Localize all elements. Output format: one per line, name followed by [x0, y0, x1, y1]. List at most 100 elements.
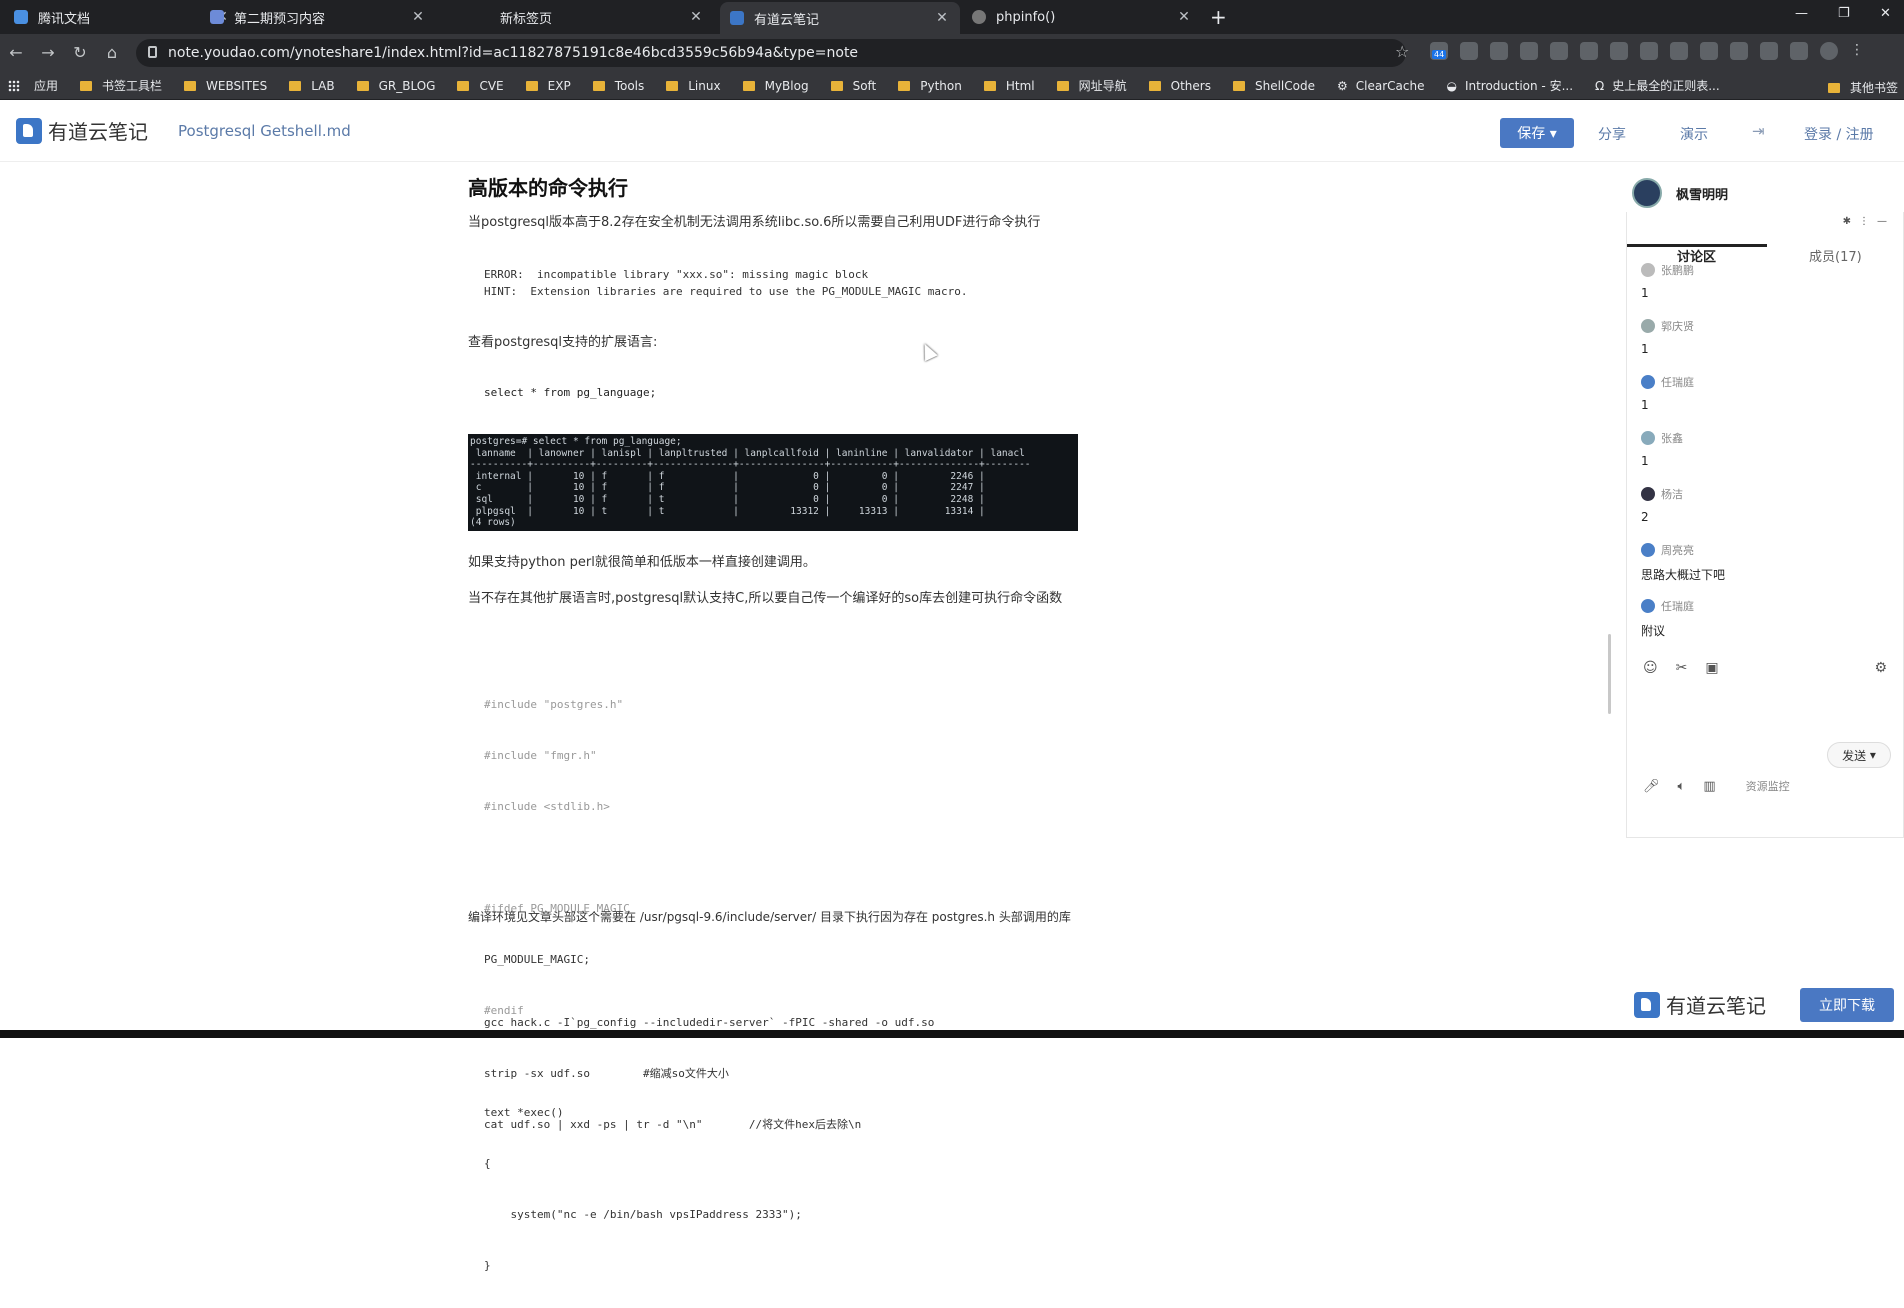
bookmark-link[interactable]: ◒ Introduction - 安...	[1446, 77, 1573, 94]
bookmark-apps[interactable]: 应用	[8, 77, 58, 94]
panel-user: 枫雪明明	[1632, 178, 1728, 208]
youdao-note-icon	[730, 11, 744, 25]
tencent-docs-icon	[14, 10, 28, 24]
youdao-logo[interactable]: 有道云笔记	[16, 116, 148, 145]
promo-logo[interactable]: 有道云笔记	[1634, 990, 1766, 1019]
folder-icon	[1148, 80, 1161, 91]
browser-tab-active[interactable]: 有道云笔记 ✕	[720, 2, 960, 34]
browser-tab[interactable]: 第二期预习内容 ✕	[200, 0, 436, 34]
send-button[interactable]: 发送 ▾	[1827, 742, 1891, 768]
message-text: 1	[1641, 454, 1649, 468]
promo-logo-text: 有道云笔记	[1666, 994, 1766, 1018]
scrollbar[interactable]	[1608, 634, 1611, 714]
extension-icon[interactable]	[1520, 42, 1538, 60]
extension-icon[interactable]	[1550, 42, 1568, 60]
lock-icon	[148, 46, 157, 58]
scissors-icon[interactable]: ✂	[1676, 660, 1688, 676]
bookmark-folder[interactable]: Html	[983, 78, 1035, 93]
home-icon[interactable]: ⌂	[102, 43, 122, 62]
avatar	[1641, 319, 1655, 333]
share-button[interactable]: 分享	[1598, 124, 1626, 144]
extension-icon[interactable]	[1490, 42, 1508, 60]
close-icon[interactable]: ✕	[410, 9, 426, 25]
close-window-icon[interactable]: ✕	[1880, 6, 1891, 21]
extension-icon[interactable]	[1790, 42, 1808, 60]
close-icon[interactable]: ✕	[1176, 9, 1192, 25]
bookmark-folder[interactable]: 网址导航	[1056, 77, 1127, 94]
document-title: Postgresql Getshell.md	[178, 122, 351, 140]
address-bar: ← → ↻ ⌂ note.youdao.com/ynoteshare1/inde…	[0, 34, 1904, 72]
bookmark-folder[interactable]: ShellCode	[1232, 78, 1315, 93]
bookmark-other[interactable]: 其他书签	[1827, 79, 1898, 96]
present-button[interactable]: 演示	[1680, 124, 1708, 144]
folder-icon	[356, 80, 369, 91]
more-menu-icon[interactable]: ⋮	[1850, 42, 1864, 60]
bookmark-folder[interactable]: Others	[1148, 79, 1211, 93]
microphone-icon[interactable]: 🎤︎	[1643, 779, 1660, 794]
bookmark-star-icon[interactable]: ☆	[1395, 42, 1409, 61]
folder-icon	[1232, 80, 1245, 91]
code-line: strip -sx udf.so	[484, 1067, 590, 1080]
forward-icon[interactable]: →	[38, 43, 58, 62]
resource-monitor[interactable]: 资源监控	[1746, 778, 1790, 794]
bookmark-folder[interactable]: CVE	[457, 79, 504, 93]
restore-icon[interactable]: ❐	[1838, 6, 1850, 21]
settings-icon[interactable]: ⚙	[1874, 660, 1887, 676]
tab-label: 第二期预习内容	[234, 11, 326, 27]
close-icon[interactable]: ✕	[934, 10, 950, 26]
bookmark-label: 史上最全的正则表...	[1612, 79, 1720, 93]
panel-window-controls[interactable]: ✱⋮—	[1843, 216, 1895, 227]
panel-tabs: 讨论区 成员(17)	[1627, 228, 1904, 266]
url-text: note.youdao.com/ynoteshare1/index.html?i…	[168, 45, 859, 61]
close-icon[interactable]: ✕	[688, 9, 704, 25]
extension-icon[interactable]	[1760, 42, 1778, 60]
signal-icon[interactable]: ▥	[1703, 779, 1715, 794]
bookmark-folder[interactable]: EXP	[525, 79, 571, 93]
extension-icon[interactable]	[1670, 42, 1688, 60]
back-icon[interactable]: ←	[6, 43, 26, 62]
bookmark-label: Linux	[688, 78, 721, 93]
extension-icon[interactable]	[1730, 42, 1748, 60]
extension-icon[interactable]	[1640, 42, 1658, 60]
speaker-icon[interactable]: 🔈︎	[1678, 779, 1686, 794]
browser-tab[interactable]: phpinfo() ✕	[962, 0, 1202, 34]
extension-icon[interactable]: 44	[1430, 42, 1448, 60]
extension-icon[interactable]	[1580, 42, 1598, 60]
avatar	[1641, 599, 1655, 613]
download-button[interactable]: 立即下载	[1800, 988, 1894, 1022]
bookmark-folder[interactable]: MyBlog	[742, 79, 809, 93]
bookmark-folder[interactable]: 书签工具栏	[80, 77, 162, 94]
terminal-screenshot: postgres=# select * from pg_language; la…	[468, 434, 1078, 531]
code-line: ERROR: incompatible library "xxx.so": mi…	[484, 268, 869, 281]
reload-icon[interactable]: ↻	[70, 43, 90, 62]
bookmark-label: 其他书签	[1849, 81, 1898, 95]
extension-icon[interactable]	[1610, 42, 1628, 60]
exit-icon[interactable]: ⇥	[1752, 122, 1765, 140]
code-line: #include "fmgr.h"	[484, 749, 597, 762]
emoji-icon[interactable]: ☺	[1643, 660, 1658, 676]
bookmark-label: Html	[1005, 78, 1035, 93]
bookmark-link[interactable]: ⚙ ClearCache	[1337, 79, 1424, 93]
code-line: PG_MODULE_MAGIC;	[484, 953, 590, 966]
extension-icon[interactable]	[1460, 42, 1478, 60]
bookmark-folder[interactable]: WEBSITES	[184, 79, 267, 93]
bookmark-link[interactable]: Ω 史上最全的正则表...	[1595, 77, 1720, 94]
new-tab-button[interactable]: +	[1210, 5, 1227, 29]
login-register-link[interactable]: 登录 / 注册	[1804, 124, 1874, 144]
save-button[interactable]: 保存 ▾	[1500, 118, 1574, 148]
bookmark-folder[interactable]: Python	[898, 79, 962, 93]
bookmark-folder[interactable]: Soft	[830, 79, 876, 93]
bookmark-folder[interactable]: Tools	[592, 79, 644, 93]
image-icon[interactable]: ▣	[1705, 660, 1718, 676]
minimize-icon[interactable]: —	[1795, 6, 1808, 21]
message-author: 张鑫	[1661, 432, 1683, 445]
bookmark-folder[interactable]: LAB	[289, 79, 335, 93]
bookmark-folder[interactable]: Linux	[666, 78, 721, 93]
bookmark-label: ShellCode	[1254, 78, 1315, 93]
browser-tab[interactable]: 新标签页 ✕	[474, 0, 714, 34]
bookmark-folder[interactable]: GR_BLOG	[356, 79, 435, 93]
profile-avatar-icon[interactable]	[1820, 42, 1838, 60]
url-input[interactable]: note.youdao.com/ynoteshare1/index.html?i…	[136, 39, 1406, 67]
extension-icon[interactable]	[1700, 42, 1718, 60]
message-author: 任瑞庭	[1661, 600, 1694, 613]
